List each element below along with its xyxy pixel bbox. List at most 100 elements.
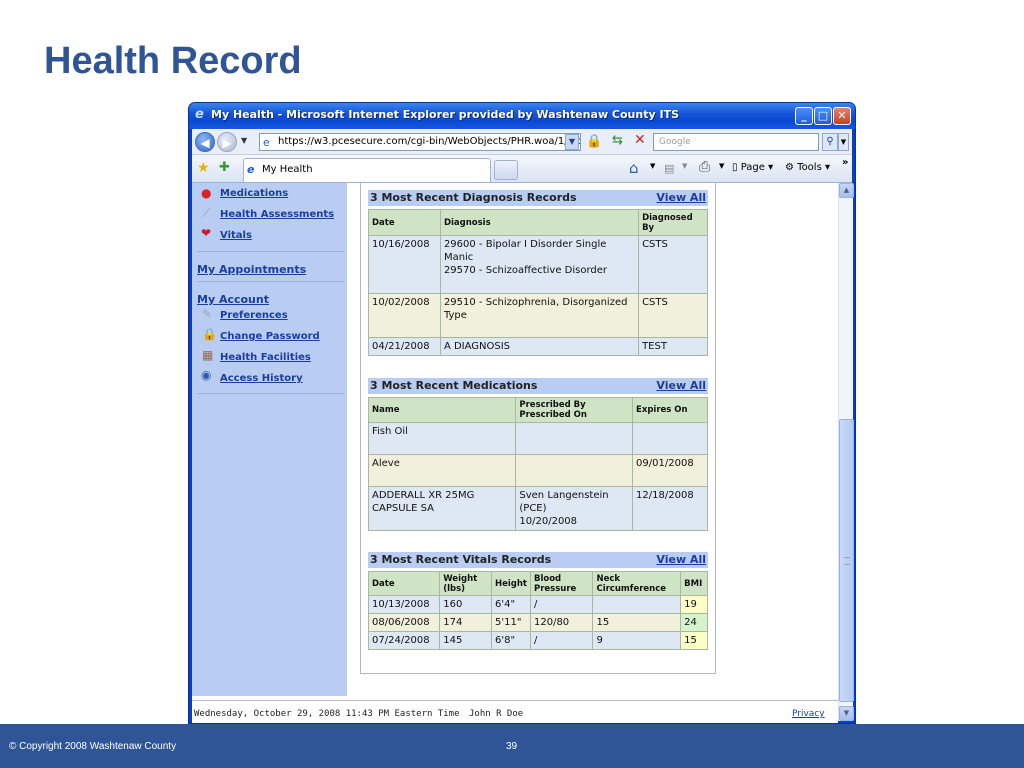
internet-explorer-icon: e [195,107,204,122]
medication-name: ADDERALL XR 25MG CAPSULE SA [367,486,517,531]
diagnosis-date: 04/21/2008 [368,337,441,356]
sidebar-item-preferences[interactable]: Preferences [220,310,288,321]
search-icon[interactable]: ⚲ [822,133,838,151]
history-dropdown-icon[interactable]: ▼ [241,136,247,145]
scroll-up-arrow-icon[interactable]: ▲ [839,183,854,198]
sidebar-divider [197,281,344,282]
sidebar-item-medications[interactable]: Medications [220,188,288,199]
stop-icon[interactable]: ✕ [634,132,646,148]
column-header: Expires On [632,397,708,423]
close-button[interactable]: ✕ [833,107,851,125]
diagnosis-date: 10/16/2008 [368,235,441,294]
vital-weight: 160 [439,595,492,614]
diagnosis-cell: 29600 - Bipolar I Disorder Single Manic 2… [439,235,640,294]
medications-section-header: 3 Most Recent Medications View All [368,378,708,394]
diagnosis-line: 29600 - Bipolar I Disorder Single Manic [443,239,607,263]
url-dropdown-button[interactable]: ▼ [565,134,579,150]
pill-icon: ● [201,186,212,200]
scroll-down-arrow-icon[interactable]: ▼ [839,706,854,721]
slide-title: Health Record [44,40,302,82]
page-menu[interactable]: ▯ Page ▾ [732,162,773,173]
sidebar-item-health-assessments[interactable]: Health Assessments [220,209,334,220]
slide-footer: © Copyright 2008 Washtenaw County 39 [0,724,1024,768]
sidebar-item-vitals[interactable]: Vitals [220,230,252,241]
minimize-button[interactable]: _ [795,107,813,125]
address-bar: ◀ ▶ ▼ e https://w3.pcesecure.com/cgi-bin… [192,129,852,155]
padlock-icon: 🔒 [202,327,217,341]
sidebar-item-change-password[interactable]: Change Password [220,331,320,342]
favorites-star-icon[interactable]: ★ [197,160,210,176]
tools-menu[interactable]: ⚙ Tools ▾ [785,162,830,173]
medication-expires: 09/01/2008 [632,454,708,487]
column-header: Diagnosis [439,209,640,236]
page-menu-label: Page [740,162,765,173]
grip-icon [844,557,850,565]
vital-bmi: 24 [680,613,708,632]
lock-icon[interactable]: 🔒 [586,134,602,149]
diagnosis-cell: 29510 - Schizophrenia, Disorganized Type [439,293,640,338]
column-header: Blood Pressure [529,571,594,596]
gear-icon: ⚙ [785,162,794,173]
medication-expires [632,422,708,455]
sidebar-item-my-appointments[interactable]: My Appointments [197,263,306,276]
tab-my-health[interactable]: e My Health [243,158,491,182]
vital-neck: 15 [592,613,682,632]
diagnosis-section-title: 3 Most Recent Diagnosis Records [370,191,577,204]
column-header: BMI [680,571,708,596]
column-header: Weight (lbs) [439,571,492,596]
url-text: https://w3.pcesecure.com/cgi-bin/WebObje… [278,136,580,147]
new-tab-button[interactable] [494,160,518,180]
browser-window: e My Health - Microsoft Internet Explore… [188,102,856,724]
medications-view-all-link[interactable]: View All [656,378,706,394]
diagnosis-line: 29570 - Schizoaffective Disorder [443,265,608,276]
vitals-view-all-link[interactable]: View All [656,552,706,568]
vital-blood-pressure: / [529,595,594,614]
back-button[interactable]: ◀ [195,132,215,152]
more-chevron-icon[interactable]: » [842,157,848,168]
status-datetime: Wednesday, October 29, 2008 11:43 PM Eas… [194,709,460,719]
column-header: Prescribed By Prescribed On [515,397,634,423]
scrollbar-thumb[interactable] [839,419,854,702]
medication-prescribed [515,422,634,455]
medications-section-title: 3 Most Recent Medications [370,379,538,392]
vital-weight: 174 [439,613,492,632]
medication-name: Fish Oil [367,422,517,455]
title-bar[interactable]: e My Health - Microsoft Internet Explore… [189,103,855,129]
url-input[interactable]: e https://w3.pcesecure.com/cgi-bin/WebOb… [259,133,581,151]
vital-date: 10/13/2008 [367,595,441,614]
diagnosed-by: TEST [638,337,708,356]
vital-neck [592,595,682,614]
sidebar-item-health-facilities[interactable]: Health Facilities [220,352,311,363]
add-favorites-icon[interactable]: ✚ [219,160,230,175]
home-dropdown-icon[interactable]: ▼ [650,162,655,170]
medication-name: Aleve [367,454,517,487]
print-dropdown-icon[interactable]: ▼ [719,162,724,170]
sidebar-item-access-history[interactable]: Access History [220,373,303,384]
heart-icon: ❤ [201,226,212,240]
privacy-link[interactable]: Privacy [792,709,825,719]
home-icon[interactable]: ⌂ [629,159,639,177]
diagnosis-view-all-link[interactable]: View All [656,190,706,206]
vital-neck: 9 [592,631,682,650]
print-icon[interactable]: ⎙ [699,159,710,175]
column-header: Date [367,571,441,596]
vertical-scrollbar[interactable]: ▲ ▼ [838,183,854,721]
diagnosed-by: CSTS [638,293,708,338]
search-input[interactable]: Google [653,133,819,151]
column-header: Diagnosed By [638,209,708,236]
medications-table: Name Prescribed By Prescribed On Expires… [367,397,708,531]
diagnosis-section-header: 3 Most Recent Diagnosis Records View All [368,190,708,206]
vitals-section-title: 3 Most Recent Vitals Records [370,553,552,566]
vitals-section-header: 3 Most Recent Vitals Records View All [368,552,708,568]
maximize-button[interactable]: □ [814,107,832,125]
sidebar-divider [197,393,344,394]
refresh-icon[interactable]: ⇆ [612,133,623,148]
feeds-dropdown-icon[interactable]: ▼ [682,162,687,170]
search-dropdown-button[interactable]: ▼ [838,133,849,151]
forward-button[interactable]: ▶ [217,132,237,152]
command-bar: ★ ✚ e My Health ⌂ ▼ ▤ ▼ ⎙ ▼ ▯ Page ▾ ⚙ T… [192,155,852,183]
feeds-icon[interactable]: ▤ [664,162,674,175]
sidebar-item-my-account[interactable]: My Account [197,293,269,306]
column-header: Name [367,397,517,423]
diagnosed-by: CSTS [638,235,708,294]
